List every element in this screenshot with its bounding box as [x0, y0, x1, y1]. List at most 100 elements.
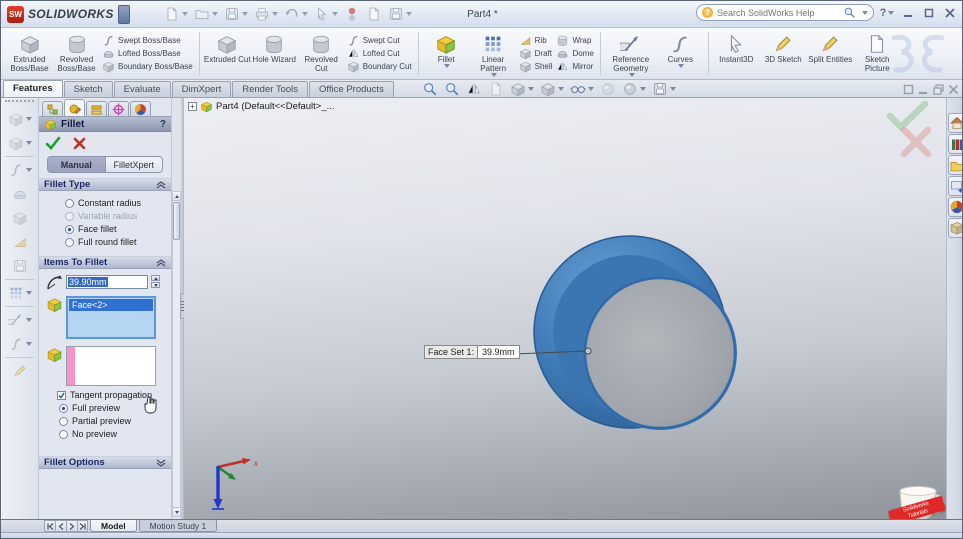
help-button[interactable]: ?: [879, 6, 895, 20]
view-palette-tab[interactable]: [948, 176, 963, 196]
revolved-boss-base-button[interactable]: Revolved Boss/Base: [53, 30, 100, 77]
property-manager-tab[interactable]: [64, 99, 85, 116]
search-input[interactable]: [717, 8, 839, 18]
configuration-manager-tab[interactable]: [86, 101, 107, 116]
tab-dimxpert[interactable]: DimXpert: [172, 81, 232, 97]
face-set1-listbox[interactable]: Face<2>: [66, 296, 156, 339]
radio-full-round-fillet[interactable]: Full round fillet: [65, 237, 169, 247]
items-to-fillet-header[interactable]: Items To Fillet: [39, 256, 171, 269]
restore-button[interactable]: [921, 6, 937, 20]
scrollbar-thumb[interactable]: [173, 202, 180, 240]
menu-expand-button[interactable]: [118, 5, 130, 24]
boundary-boss-base-button[interactable]: Boundary Boss/Base: [102, 60, 193, 73]
file-properties-button[interactable]: [386, 5, 414, 23]
left-toolbar-cut-button[interactable]: [1, 131, 38, 155]
curves-button[interactable]: Curves: [657, 30, 704, 77]
toolbar-grip[interactable]: [5, 100, 34, 105]
featuremanager-tree-tab[interactable]: [42, 101, 63, 116]
rib-button[interactable]: Rib: [519, 34, 553, 47]
fillet-button[interactable]: Fillet: [423, 30, 470, 77]
solidworks-resources-tab[interactable]: [948, 113, 963, 133]
apply-scene-button[interactable]: [651, 81, 677, 97]
left-toolbar-swept-button[interactable]: [1, 158, 38, 182]
hide-show-items-button[interactable]: [569, 81, 595, 97]
undo-button[interactable]: [282, 5, 310, 23]
section-view-button[interactable]: [465, 81, 483, 97]
confirm-cancel-watermark[interactable]: [904, 130, 928, 154]
shell-button[interactable]: Shell: [519, 60, 553, 73]
left-toolbar-instant3d-button[interactable]: [1, 359, 38, 383]
cancel-button[interactable]: [73, 137, 86, 150]
model-cylinder[interactable]: [184, 98, 946, 519]
fillet-dropdown-caret[interactable]: [444, 64, 450, 68]
fillet-type-header[interactable]: Fillet Type: [39, 178, 171, 191]
radio-face-fillet[interactable]: Face fillet: [65, 224, 169, 234]
custom-properties-tab[interactable]: [948, 218, 963, 238]
zoom-fit-button[interactable]: [421, 81, 439, 97]
model-tab[interactable]: Model: [90, 520, 137, 532]
scroll-first-button[interactable]: [44, 520, 55, 532]
fillet-options-header[interactable]: Fillet Options: [39, 456, 171, 469]
left-toolbar-rib-button[interactable]: [1, 254, 38, 278]
pm-help-button[interactable]: ?: [160, 119, 166, 130]
extruded-boss-base-button[interactable]: Extruded Boss/Base: [6, 30, 53, 77]
spinner-up-button[interactable]: [151, 275, 160, 281]
curves-dropdown-caret[interactable]: [678, 64, 684, 68]
dimxpert-manager-tab[interactable]: [108, 101, 129, 116]
face-set2-listbox[interactable]: [66, 346, 156, 386]
lofted-boss-base-button[interactable]: Lofted Boss/Base: [102, 47, 193, 60]
tab-sketch[interactable]: Sketch: [64, 81, 113, 97]
wrap-button[interactable]: Wrap: [556, 34, 593, 47]
instant3d-button[interactable]: Instant3D: [713, 30, 760, 77]
help-search-box[interactable]: ?: [696, 4, 874, 21]
tab-features[interactable]: Features: [3, 80, 63, 97]
left-toolbar-draft-button[interactable]: [1, 230, 38, 254]
open-document-button[interactable]: [192, 5, 220, 23]
graphics-viewport[interactable]: + Part4 (Default<<Default>_... Face Set …: [184, 98, 946, 519]
appearances-scenes-tab[interactable]: [948, 197, 963, 217]
left-toolbar-loft-button[interactable]: [1, 182, 38, 206]
fillet-callout[interactable]: Face Set 1: 39.9mm: [424, 345, 520, 359]
boundary-cut-button[interactable]: Boundary Cut: [347, 60, 412, 73]
options-button[interactable]: [364, 5, 384, 23]
shadows-button[interactable]: [599, 81, 617, 97]
callout-value-field[interactable]: 39.9mm: [478, 345, 520, 359]
filletxpert-mode-button[interactable]: FilletXpert: [106, 157, 163, 172]
minimize-button[interactable]: [900, 6, 916, 20]
extruded-cut-button[interactable]: Extruded Cut: [204, 30, 251, 77]
design-library-tab[interactable]: [948, 134, 963, 154]
swept-boss-base-button[interactable]: Swept Boss/Base: [102, 34, 193, 47]
hole-wizard-button[interactable]: Hole Wizard: [251, 30, 298, 77]
left-toolbar-extrude-button[interactable]: [1, 107, 38, 131]
zoom-area-button[interactable]: [443, 81, 461, 97]
dome-button[interactable]: Dome: [556, 47, 593, 60]
scroll-down-button[interactable]: [173, 507, 180, 516]
search-scope-caret[interactable]: [862, 11, 868, 15]
radio-partial-preview[interactable]: Partial preview: [59, 416, 169, 426]
scroll-left-button[interactable]: [55, 520, 66, 532]
manual-mode-button[interactable]: Manual: [48, 157, 106, 172]
cylinder-front-face[interactable]: [585, 278, 735, 428]
left-toolbar-refgeom-button[interactable]: [1, 308, 38, 332]
save-button[interactable]: [222, 5, 250, 23]
edit-appearance-button[interactable]: [621, 81, 647, 97]
ok-button[interactable]: [45, 136, 61, 150]
view-orientation-button[interactable]: [509, 81, 535, 97]
select-button[interactable]: [312, 5, 340, 23]
refgeom-dropdown-caret[interactable]: [629, 73, 635, 77]
left-toolbar-pattern-button[interactable]: [1, 281, 38, 305]
reference-geometry-button[interactable]: Reference Geometry: [605, 30, 657, 77]
lofted-cut-button[interactable]: Lofted Cut: [347, 47, 412, 60]
left-toolbar-curves-button[interactable]: [1, 332, 38, 356]
close-button[interactable]: [942, 6, 958, 20]
panel-scrollbar[interactable]: [172, 191, 181, 517]
display-manager-tab[interactable]: [130, 101, 151, 116]
radio-no-preview[interactable]: No preview: [59, 429, 169, 439]
scroll-last-button[interactable]: [77, 520, 88, 532]
tab-evaluate[interactable]: Evaluate: [114, 81, 171, 97]
draft-button[interactable]: Draft: [519, 47, 553, 60]
3d-sketch-button[interactable]: 3D Sketch: [760, 30, 807, 77]
tab-render-tools[interactable]: Render Tools: [232, 81, 308, 97]
radius-input[interactable]: 39.90mm: [66, 275, 148, 289]
split-entities-button[interactable]: Split Entities: [807, 30, 854, 77]
